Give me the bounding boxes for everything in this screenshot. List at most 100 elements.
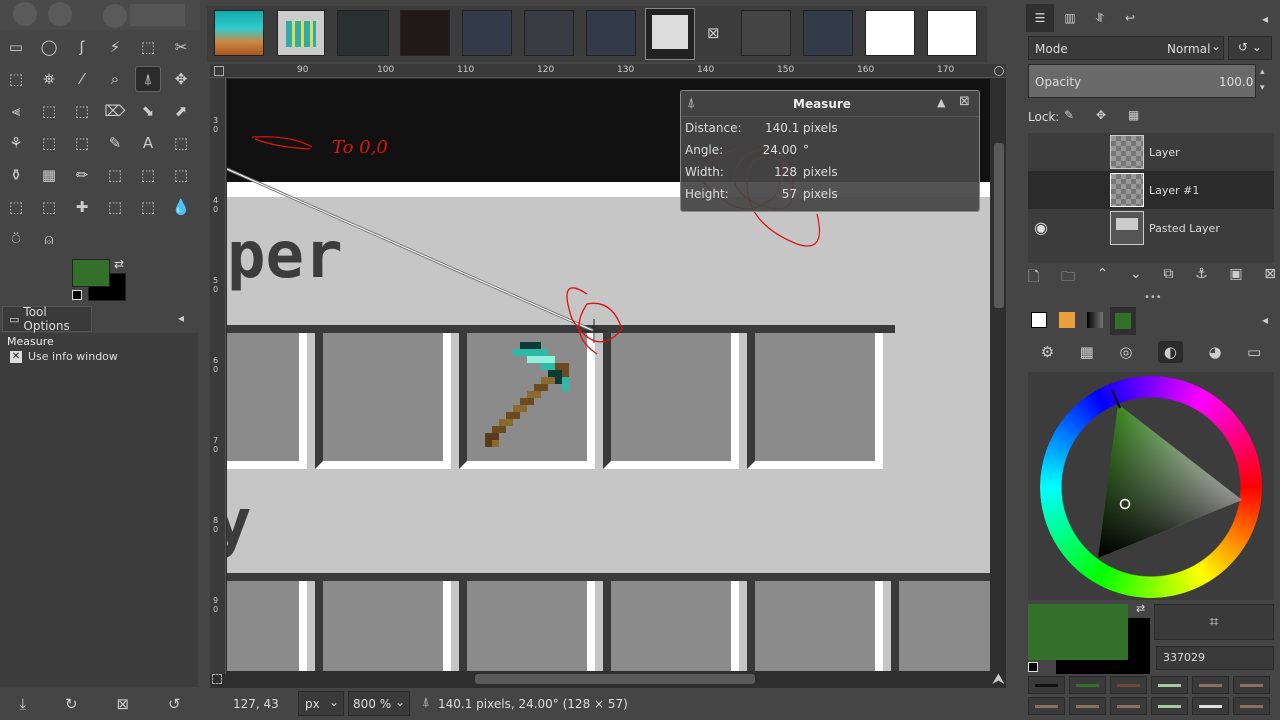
navigate-icon[interactable]: ⮝ [992,670,1005,688]
duplicate-layer-icon[interactable]: ⧉ [1163,266,1173,290]
visibility-eye-icon[interactable]: ◉ [1034,218,1048,237]
image-tab-1[interactable] [214,10,264,56]
color-history-swatch[interactable] [1233,697,1270,715]
color-history-swatch[interactable] [1028,697,1065,715]
by-color-select-tool-icon[interactable]: ⬚ [135,34,161,60]
reset-options-icon[interactable]: ↺ [168,695,181,713]
image-tab-12[interactable] [927,10,977,56]
color-history-swatch[interactable] [1110,676,1147,694]
layer-row[interactable]: ◉ Pasted Layer [1028,209,1274,247]
image-tab-6[interactable] [524,10,574,56]
lock-alpha-icon[interactable]: ▦ [1128,108,1139,122]
perspective-tool-icon[interactable]: ⬚ [36,130,62,156]
cmyk-selector-icon[interactable]: ▦ [1080,343,1094,361]
warp-tool-icon[interactable]: ✎ [102,130,128,156]
rect-select-tool-icon[interactable]: ▭ [3,34,29,60]
default-colors-icon[interactable] [72,290,82,300]
delete-layer-icon[interactable]: ⊠ [1264,266,1276,290]
foreground-color-swatch[interactable] [1028,604,1128,660]
scales-selector-icon[interactable]: ▭ [1247,343,1261,361]
perspective-clone-tool-icon[interactable]: ⬚ [102,194,128,220]
paths-tool-icon[interactable]: ⛯ [36,66,62,92]
color-history-swatch[interactable] [1151,676,1188,694]
paintbrush-tool-icon[interactable]: ✏ [69,162,95,188]
new-group-icon[interactable]: 🗀 [1061,266,1075,290]
zoom-select[interactable]: 800 % ⌄ [348,691,410,716]
opacity-slider[interactable]: Opacity 100.0 [1028,64,1256,98]
heal-tool-icon[interactable]: ⬚ [36,194,62,220]
layer-row[interactable]: Layer [1028,133,1274,171]
panel-menu-icon[interactable]: ◂ [1262,12,1268,26]
quick-mask-toggle[interactable] [214,66,224,76]
image-tab-active[interactable] [645,8,695,60]
eraser-tool-icon[interactable]: ⬚ [102,162,128,188]
align-tool-icon[interactable]: ⫷ [3,98,29,124]
lower-layer-icon[interactable]: ⌄ [1130,266,1142,290]
dock-separator-handle[interactable]: ••• [1144,292,1162,303]
pencil-tool-icon[interactable]: ▦ [36,162,62,188]
unit-select[interactable]: px ⌄ [298,691,344,716]
new-layer-icon[interactable]: 🗋 [1028,266,1039,290]
color-picker-button[interactable]: ⌗ [1154,604,1274,640]
composite-mode-button[interactable]: ↺ ⌄ [1228,36,1272,60]
image-tab-4[interactable] [400,10,450,56]
measure-info-window[interactable]: ⍋ Measure ▲ ⊠ Distance: 140.1 pixels Ang… [680,90,980,212]
ink-tool-icon[interactable]: ⬚ [168,162,194,188]
tab-tool-options[interactable]: ▭ Tool Options [2,305,92,333]
foreground-select-tool-icon[interactable]: ⬚ [3,66,29,92]
image-tab-10[interactable] [803,10,853,56]
blur-tool-icon[interactable]: ⬚ [135,194,161,220]
free-select-tool-icon[interactable]: ʃ [69,34,95,60]
color-history-swatch[interactable] [1151,697,1188,715]
channels-tab-icon[interactable]: ▥ [1056,4,1084,32]
close-info-window-icon[interactable]: ⊠ [959,94,970,109]
delete-options-icon[interactable]: ⊠ [116,695,129,713]
brush-tool-icon[interactable]: ⍝ [36,226,62,252]
airbrush-tool-icon[interactable]: ⬚ [135,162,161,188]
paths-tab-icon[interactable]: ⥯ [1086,4,1114,32]
horizontal-ruler[interactable]: 90 100 110 120 130 140 150 160 170 [210,64,1006,78]
lock-pixels-icon[interactable]: ✎ [1064,108,1074,122]
vertical-ruler[interactable]: 3 0 4 0 5 0 6 0 7 0 8 0 9 0 [210,78,226,674]
close-tab-icon[interactable]: ⊠ [707,24,720,42]
shear-tool-icon[interactable]: ⬊ [135,98,161,124]
anchor-layer-icon[interactable]: ⚓ [1195,266,1208,290]
color-history-swatch[interactable] [1028,676,1065,694]
crop-tool-icon[interactable]: ⬚ [36,98,62,124]
swap-colors-icon[interactable]: ⇄ [1136,602,1145,615]
foreground-color-swatch-top[interactable] [72,259,110,287]
hscroll-thumb[interactable] [475,674,755,684]
image-tab-9[interactable] [741,10,791,56]
horizontal-scrollbar[interactable] [227,672,990,686]
ellipse-select-tool-icon[interactable]: ◯ [36,34,62,60]
opacity-spin[interactable]: ▴ ▾ [1260,64,1272,98]
panel-menu-icon[interactable]: ◂ [1262,313,1268,327]
text-tool-icon[interactable]: A [135,130,161,156]
gradient-tool-icon[interactable]: ⚱ [3,162,29,188]
color-history-swatch[interactable] [1110,697,1147,715]
color-history-swatch[interactable] [1192,676,1229,694]
rotate-tool-icon[interactable]: ⌦ [102,98,128,124]
color-history-swatch[interactable] [1233,676,1270,694]
color-wheel-area[interactable] [1028,372,1274,600]
gimp-selector-icon[interactable]: ⚙ [1041,343,1054,361]
bucket-fill-tool-icon[interactable]: ⬚ [168,130,194,156]
raise-layer-icon[interactable]: ⌃ [1097,266,1109,290]
move-tool-icon[interactable]: ✥ [168,66,194,92]
image-tab-2[interactable] [277,10,325,56]
image-tab-7[interactable] [586,10,636,56]
lock-position-icon[interactable]: ✥ [1096,108,1106,122]
color-picker-tool-icon[interactable]: ⁄ [69,66,95,92]
save-options-icon[interactable]: ⤓ [19,695,26,713]
measure-tool-icon[interactable]: ⍋ [135,66,161,92]
vscroll-thumb[interactable] [994,143,1004,308]
color-history-swatch[interactable] [1069,697,1106,715]
fuzzy-select-tool-icon[interactable]: ⚡ [102,34,128,60]
dodge-burn-tool-icon[interactable]: ⍥ [3,226,29,252]
default-colors-icon[interactable] [1028,662,1038,672]
scissors-select-tool-icon[interactable]: ✂ [168,34,194,60]
restore-options-icon[interactable]: ↻ [65,695,78,713]
mypaint-tool-icon[interactable]: ⬚ [3,194,29,220]
color-history-swatch[interactable] [1192,697,1229,715]
brushes-tab-icon[interactable] [1026,307,1052,333]
